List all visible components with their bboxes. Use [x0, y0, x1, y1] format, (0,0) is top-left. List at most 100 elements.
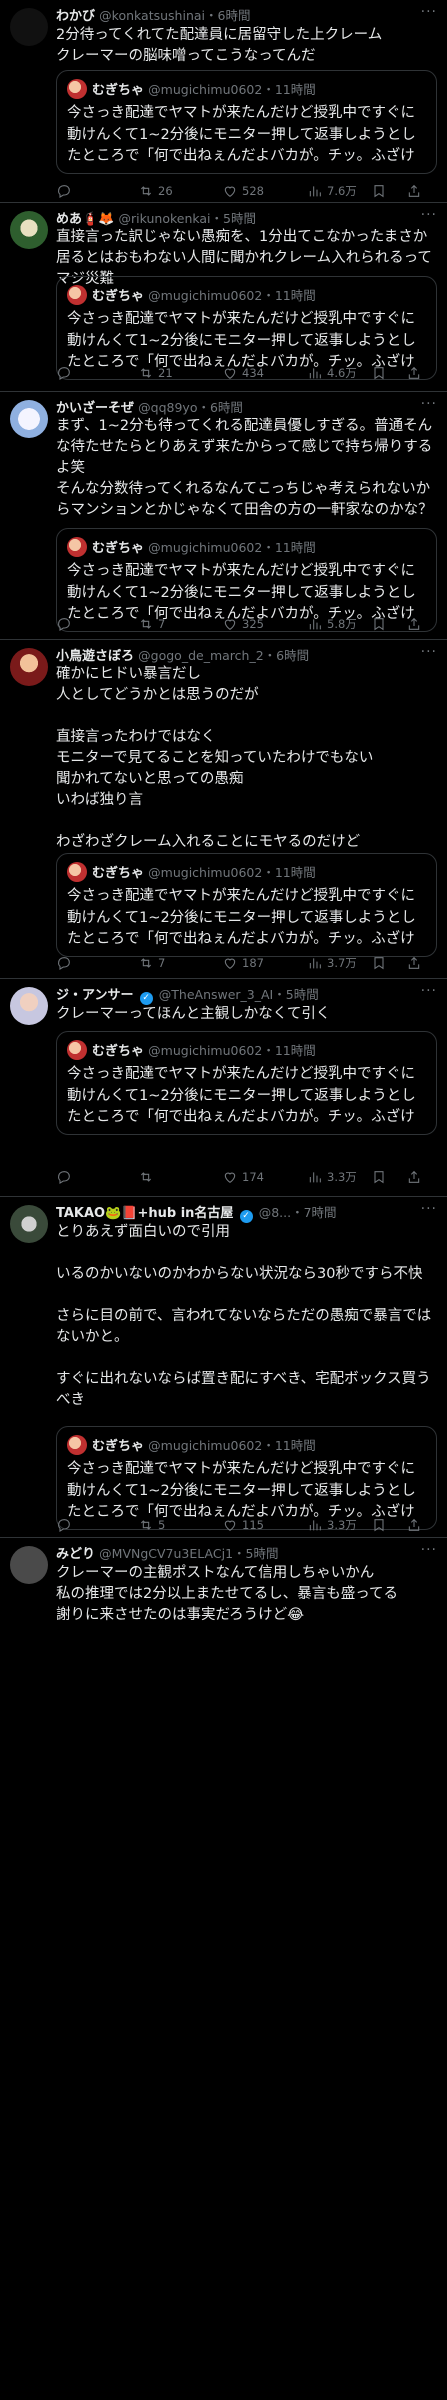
user-handle[interactable]: @gogo_de_march_2 — [138, 648, 264, 663]
share-button[interactable] — [406, 1515, 422, 1535]
views-button[interactable]: 3.3万 — [307, 1167, 357, 1187]
view-count: 3.3万 — [327, 1170, 357, 1184]
heart-icon — [224, 958, 236, 969]
more-icon[interactable]: ··· — [421, 1201, 437, 1217]
share-button[interactable] — [406, 363, 422, 383]
quoted-handle: @mugichimu0602 — [148, 1438, 263, 1453]
timestamp[interactable]: ・6時間 — [197, 400, 242, 415]
quoted-text: 今さっき配達でヤマトが来たんだけど授乳中ですぐに動けんくて1~2分後にモニター押… — [67, 1066, 416, 1125]
bookmark-icon — [374, 1519, 384, 1532]
post-text: 確かにヒドい暴言だし 人としてどうかとは思うのだが 直接言ったわけではなく モニ… — [56, 666, 374, 850]
views-button[interactable]: 5.8万 — [307, 614, 357, 634]
more-icon[interactable]: ··· — [421, 1542, 437, 1558]
avatar[interactable] — [10, 987, 48, 1025]
reply-button[interactable] — [56, 614, 76, 634]
share-icon — [408, 1518, 420, 1531]
retweet-button[interactable] — [138, 1167, 158, 1187]
post[interactable]: わかび @konkatsushinai・6時間 ··· 2分待ってくれてた配達員… — [0, 0, 447, 203]
avatar[interactable] — [10, 211, 48, 249]
bookmark-button[interactable] — [371, 953, 387, 973]
like-button[interactable]: 187 — [222, 953, 264, 973]
more-icon[interactable]: ··· — [421, 207, 437, 223]
bookmark-button[interactable] — [371, 181, 387, 201]
timestamp[interactable]: ・7時間 — [291, 1205, 336, 1220]
heart-icon — [224, 186, 236, 197]
timestamp[interactable]: ・6時間 — [205, 8, 250, 23]
bookmark-button[interactable] — [371, 1167, 387, 1187]
avatar[interactable] — [10, 8, 48, 46]
views-button[interactable]: 4.6万 — [307, 363, 357, 383]
post[interactable]: めあ🧯🦊 @rikunokenkai・5時間 ··· 直接言った訳じゃない愚痴を… — [0, 203, 447, 392]
post[interactable]: かいざーそぜ @qq89yo・6時間 ··· まず、1~2分も待ってくれる配達員… — [0, 392, 447, 640]
like-button[interactable]: 174 — [222, 1167, 264, 1187]
bookmark-icon — [374, 1171, 384, 1184]
user-handle[interactable]: @TheAnswer_3_AI — [159, 987, 273, 1002]
reply-button[interactable] — [56, 181, 76, 201]
more-icon[interactable]: ··· — [421, 4, 437, 20]
retweet-button[interactable]: 5 — [138, 1515, 165, 1535]
user-handle[interactable]: @8... — [259, 1205, 291, 1220]
share-button[interactable] — [406, 614, 422, 634]
quoted-post[interactable]: むぎちゃ @mugichimu0602・11時間 今さっき配達でヤマトが来たんだ… — [56, 70, 437, 174]
display-name[interactable]: TAKAO🐸📕+hub in名古屋 — [56, 1206, 233, 1221]
display-name[interactable]: ジ・アンサー — [56, 988, 133, 1003]
post[interactable]: みどり @MVNgCV7u3ELACj1・5時間 ··· クレーマーの主観ポスト… — [0, 1538, 447, 2400]
like-button[interactable]: 115 — [222, 1515, 264, 1535]
post[interactable]: TAKAO🐸📕+hub in名古屋 ✓ @8...・7時間 ··· とりあえず面… — [0, 1197, 447, 1538]
share-button[interactable] — [406, 953, 422, 973]
quoted-handle: @mugichimu0602 — [148, 82, 263, 97]
avatar[interactable] — [10, 1205, 48, 1243]
timestamp[interactable]: ・6時間 — [264, 648, 309, 663]
quoted-post[interactable]: むぎちゃ @mugichimu0602・11時間 今さっき配達でヤマトが来たんだ… — [56, 853, 437, 957]
retweet-icon — [140, 186, 152, 196]
like-count: 187 — [242, 956, 264, 970]
post-text: クレーマーの主観ポストなんて信用しちゃいかん 私の推理では2分以上またせてるし、… — [56, 1565, 398, 1623]
bookmark-button[interactable] — [371, 1515, 387, 1535]
quoted-header: むぎちゃ @mugichimu0602・11時間 — [67, 537, 428, 557]
like-button[interactable]: 434 — [222, 363, 264, 383]
quoted-post[interactable]: むぎちゃ @mugichimu0602・11時間 今さっき配達でヤマトが来たんだ… — [56, 1031, 437, 1135]
avatar[interactable] — [10, 648, 48, 686]
quoted-time: ・11時間 — [262, 1438, 316, 1453]
action-bar: 7 187 3.7万 — [56, 953, 437, 973]
user-handle[interactable]: @rikunokenkai — [119, 211, 211, 226]
timestamp[interactable]: ・5時間 — [233, 1546, 278, 1561]
post[interactable]: ジ・アンサー ✓ @TheAnswer_3_AI・5時間 ··· クレーマーって… — [0, 979, 447, 1197]
avatar[interactable] — [10, 400, 48, 438]
display-name[interactable]: めあ🧯🦊 — [56, 212, 114, 227]
more-icon[interactable]: ··· — [421, 644, 437, 660]
user-handle[interactable]: @MVNgCV7u3ELACj1 — [99, 1546, 233, 1561]
timestamp[interactable]: ・5時間 — [211, 211, 256, 226]
bookmark-button[interactable] — [371, 363, 387, 383]
retweet-button[interactable]: 26 — [138, 181, 173, 201]
display-name[interactable]: かいざーそぜ — [56, 401, 134, 416]
retweet-button[interactable]: 7 — [138, 614, 165, 634]
quoted-avatar — [67, 1435, 87, 1455]
user-handle[interactable]: @konkatsushinai — [99, 8, 205, 23]
avatar[interactable] — [10, 1546, 48, 1584]
timestamp[interactable]: ・5時間 — [273, 987, 318, 1002]
share-button[interactable] — [406, 181, 422, 201]
retweet-button[interactable]: 7 — [138, 953, 165, 973]
views-button[interactable]: 3.3万 — [307, 1515, 357, 1535]
views-button[interactable]: 7.6万 — [307, 181, 357, 201]
reply-button[interactable] — [56, 1515, 76, 1535]
display-name[interactable]: わかび — [56, 9, 95, 24]
bookmark-button[interactable] — [371, 614, 387, 634]
reply-button[interactable] — [56, 953, 76, 973]
display-name[interactable]: 小鳥遊さぼろ — [56, 649, 134, 664]
reply-button[interactable] — [56, 1167, 76, 1187]
share-button[interactable] — [406, 1167, 422, 1187]
retweet-button[interactable]: 21 — [138, 363, 173, 383]
like-button[interactable]: 325 — [222, 614, 264, 634]
post[interactable]: 小鳥遊さぼろ @gogo_de_march_2・6時間 ··· 確かにヒドい暴言… — [0, 640, 447, 979]
user-handle[interactable]: @qq89yo — [138, 400, 197, 415]
more-icon[interactable]: ··· — [421, 396, 437, 412]
like-button[interactable]: 528 — [222, 181, 264, 201]
display-name[interactable]: みどり — [56, 1547, 95, 1562]
reply-button[interactable] — [56, 363, 76, 383]
post-header: めあ🧯🦊 @rikunokenkai・5時間 — [56, 209, 439, 229]
more-icon[interactable]: ··· — [421, 983, 437, 999]
quoted-name: むぎちゃ — [92, 83, 145, 98]
views-button[interactable]: 3.7万 — [307, 953, 357, 973]
